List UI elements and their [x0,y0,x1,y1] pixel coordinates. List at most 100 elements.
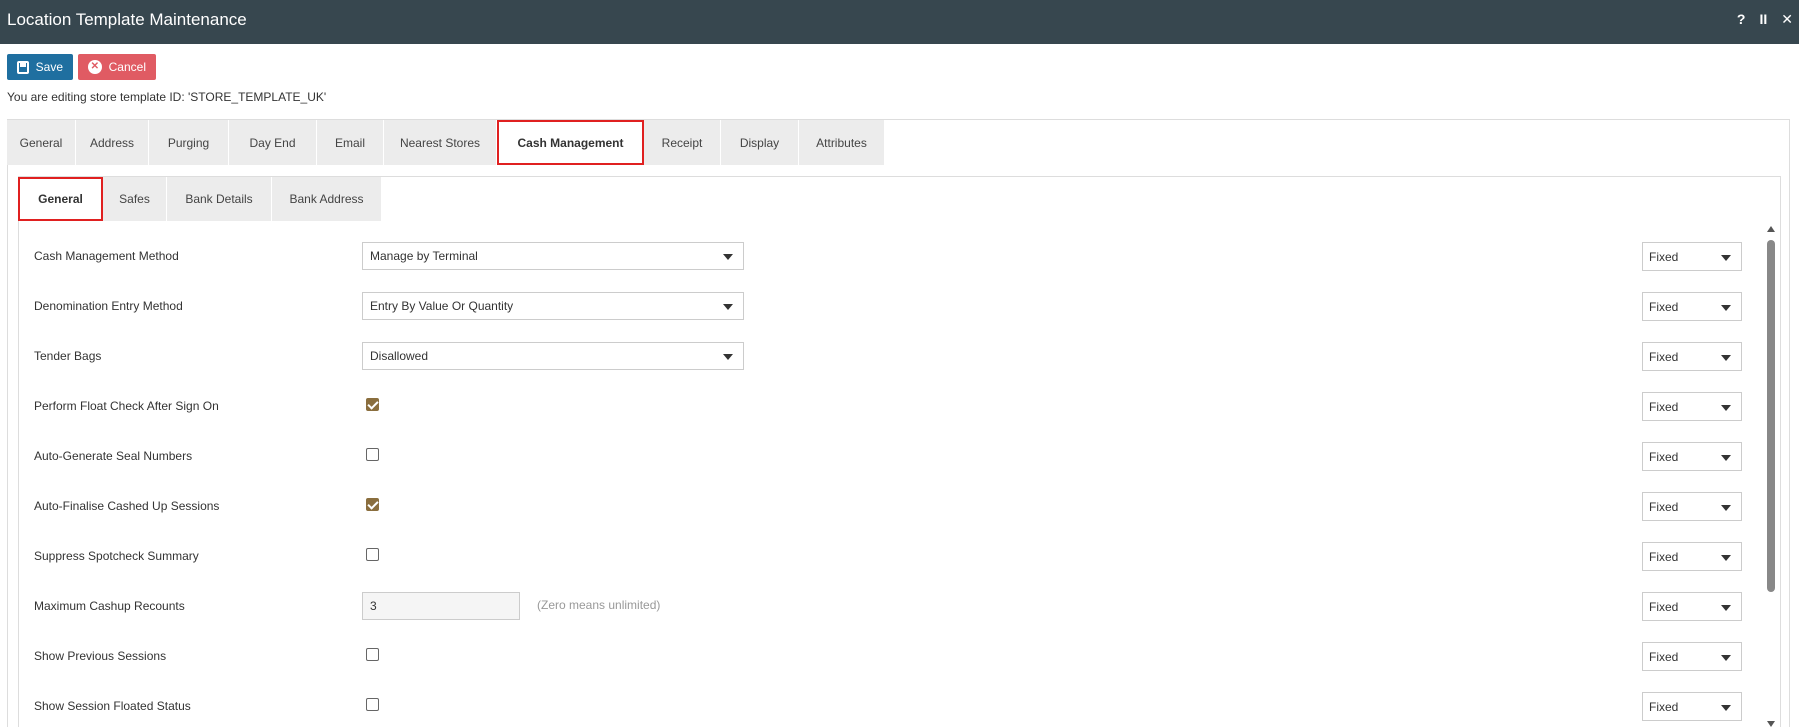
field-row: Cash Management Method Manage by Termina… [34,242,1744,271]
subtab-bank-address[interactable]: Bank Address [272,177,382,221]
field-row: Show Previous Sessions Fixed [34,642,1744,671]
show-previous-sessions-checkbox[interactable] [366,648,379,661]
scope-select[interactable]: Fixed [1642,692,1742,721]
scope-select[interactable]: Fixed [1642,592,1742,621]
field-row: Show Session Floated Status Fixed [34,692,1744,721]
auto-generate-seal-checkbox[interactable] [366,448,379,461]
scroll-down-icon[interactable] [1767,721,1775,727]
tab-purging[interactable]: Purging [149,120,229,165]
close-icon[interactable]: ✕ [1781,11,1793,28]
inner-tab-bar: General Safes Bank Details Bank Address [18,177,382,221]
denomination-entry-method-select[interactable]: Entry By Value Or Quantity [362,292,744,320]
outer-tab-bar: General Address Purging Day End Email Ne… [7,120,885,165]
auto-finalise-checkbox[interactable] [366,498,379,511]
field-label: Auto-Finalise Cashed Up Sessions [34,499,220,513]
chevron-down-icon [723,254,733,260]
scope-select[interactable]: Fixed [1642,392,1742,421]
tab-cash-management[interactable]: Cash Management [497,120,644,165]
tab-nearest-stores[interactable]: Nearest Stores [384,120,497,165]
chevron-down-icon [723,304,733,310]
tab-attributes[interactable]: Attributes [799,120,885,165]
field-row: Maximum Cashup Recounts (Zero means unli… [34,592,1744,621]
field-label: Denomination Entry Method [34,299,183,313]
chevron-down-icon [1721,605,1731,611]
cancel-button[interactable]: ✕ Cancel [78,54,156,80]
tab-general[interactable]: General [7,120,76,165]
scope-value: Fixed [1649,599,1679,614]
chevron-down-icon [723,354,733,360]
vertical-scrollbar[interactable] [1766,224,1776,727]
scope-select[interactable]: Fixed [1642,442,1742,471]
scope-select[interactable]: Fixed [1642,242,1742,271]
scope-value: Fixed [1649,299,1679,314]
floppy-disk-icon [17,60,29,74]
tender-bags-select[interactable]: Disallowed [362,342,744,370]
field-label: Tender Bags [34,349,102,363]
scope-select[interactable]: Fixed [1642,292,1742,321]
field-row: Perform Float Check After Sign On Fixed [34,392,1744,421]
tab-receipt[interactable]: Receipt [644,120,721,165]
editing-notice: You are editing store template ID: 'STOR… [7,90,327,104]
field-label: Cash Management Method [34,249,179,263]
subtab-bank-details[interactable]: Bank Details [167,177,272,221]
field-hint: (Zero means unlimited) [537,598,661,612]
save-button[interactable]: Save [7,54,73,80]
help-icon[interactable]: ? [1737,11,1746,28]
tab-display[interactable]: Display [721,120,799,165]
scope-value: Fixed [1649,449,1679,464]
show-session-floated-checkbox[interactable] [366,698,379,711]
max-cashup-recounts-input[interactable] [362,592,520,620]
scope-value: Fixed [1649,649,1679,664]
chevron-down-icon [1721,305,1731,311]
chevron-down-icon [1721,255,1731,261]
scope-value: Fixed [1649,349,1679,364]
chevron-down-icon [1721,355,1731,361]
scope-value: Fixed [1649,249,1679,264]
tab-email[interactable]: Email [317,120,384,165]
field-row: Tender Bags Disallowed Fixed [34,342,1744,371]
pause-icon[interactable]: II [1759,11,1767,28]
scope-select[interactable]: Fixed [1642,642,1742,671]
field-label: Auto-Generate Seal Numbers [34,449,193,463]
field-label: Perform Float Check After Sign On [34,399,219,413]
chevron-down-icon [1721,555,1731,561]
scope-select[interactable]: Fixed [1642,542,1742,571]
chevron-down-icon [1721,705,1731,711]
scope-select[interactable]: Fixed [1642,342,1742,371]
subtab-general[interactable]: General [18,177,103,221]
scope-value: Fixed [1649,549,1679,564]
scope-value: Fixed [1649,699,1679,714]
tab-address[interactable]: Address [76,120,149,165]
field-row: Suppress Spotcheck Summary Fixed [34,542,1744,571]
field-label: Maximum Cashup Recounts [34,599,185,613]
scrollbar-thumb[interactable] [1767,240,1775,592]
scroll-up-icon[interactable] [1767,226,1775,232]
window-title: Location Template Maintenance [7,10,247,29]
field-label: Show Session Floated Status [34,699,191,713]
field-row: Auto-Finalise Cashed Up Sessions Fixed [34,492,1744,521]
field-label: Suppress Spotcheck Summary [34,549,199,563]
select-value: Disallowed [370,349,429,363]
window-controls: ? II ✕ [1737,11,1793,28]
subtab-safes[interactable]: Safes [103,177,167,221]
cancel-circle-icon: ✕ [88,60,102,74]
float-check-checkbox[interactable] [366,398,379,411]
cancel-label: Cancel [108,60,146,74]
chevron-down-icon [1721,655,1731,661]
scope-select[interactable]: Fixed [1642,492,1742,521]
window-titlebar: Location Template Maintenance ? II ✕ [0,0,1799,44]
select-value: Manage by Terminal [370,249,478,263]
save-label: Save [35,60,63,74]
scope-value: Fixed [1649,499,1679,514]
tab-day-end[interactable]: Day End [229,120,317,165]
chevron-down-icon [1721,455,1731,461]
select-value: Entry By Value Or Quantity [370,299,514,313]
chevron-down-icon [1721,505,1731,511]
field-label: Show Previous Sessions [34,649,167,663]
scope-value: Fixed [1649,399,1679,414]
cash-management-method-select[interactable]: Manage by Terminal [362,242,744,270]
chevron-down-icon [1721,405,1731,411]
field-row: Denomination Entry Method Entry By Value… [34,292,1744,321]
field-row: Auto-Generate Seal Numbers Fixed [34,442,1744,471]
suppress-spotcheck-checkbox[interactable] [366,548,379,561]
